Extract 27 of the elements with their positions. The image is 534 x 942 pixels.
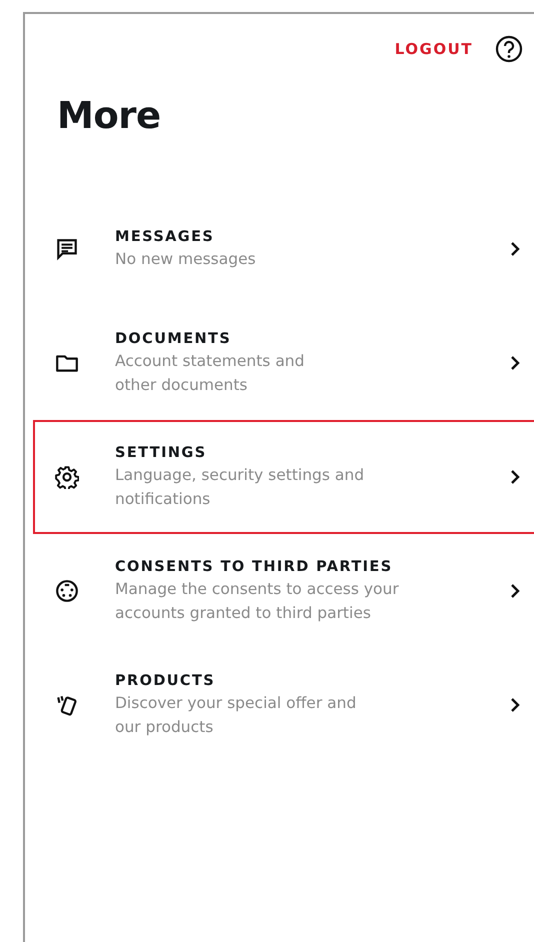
item-description: Manage the consents to access your accounts granted to third parties bbox=[115, 579, 400, 624]
menu-item[interactable]: CONSENTS TO THIRD PARTIES Manage the consents to access your accounts granted to third parties bbox=[33, 534, 534, 648]
chevron-right-icon bbox=[510, 697, 520, 713]
item-title: MESSAGES bbox=[115, 228, 216, 247]
item-title: CONSENTS TO THIRD PARTIES bbox=[115, 558, 394, 577]
page-title: More bbox=[57, 94, 162, 138]
menu-item[interactable]: MESSAGES No new messages bbox=[33, 192, 534, 306]
chevron-right-icon bbox=[510, 355, 520, 371]
message-icon bbox=[55, 237, 79, 261]
menu-item[interactable]: DOCUMENTS Account statements and other documents bbox=[33, 306, 534, 420]
highlighted-menu-item[interactable]: SETTINGS Language, security settings and notifications bbox=[33, 420, 534, 534]
item-description: Language, security settings and notifications bbox=[115, 465, 366, 510]
item-description: Account statements and other documents bbox=[115, 351, 306, 396]
logout-link[interactable]: LOGOUT bbox=[394, 40, 473, 58]
item-description: No new messages bbox=[115, 249, 257, 270]
chevron-right-icon bbox=[510, 241, 520, 257]
settings-icon bbox=[55, 465, 79, 489]
item-title: DOCUMENTS bbox=[115, 330, 232, 349]
menu-item[interactable]: PRODUCTS Discover your special offer and our products bbox=[33, 648, 534, 762]
cards-icon bbox=[55, 693, 79, 717]
chevron-right-icon bbox=[510, 583, 520, 599]
chevron-right-icon bbox=[510, 469, 520, 485]
plug-icon bbox=[55, 579, 79, 603]
item-description: Discover your special offer and our products bbox=[115, 693, 358, 738]
item-title: PRODUCTS bbox=[115, 672, 216, 691]
item-title: SETTINGS bbox=[115, 444, 208, 463]
help-icon[interactable] bbox=[495, 35, 523, 63]
